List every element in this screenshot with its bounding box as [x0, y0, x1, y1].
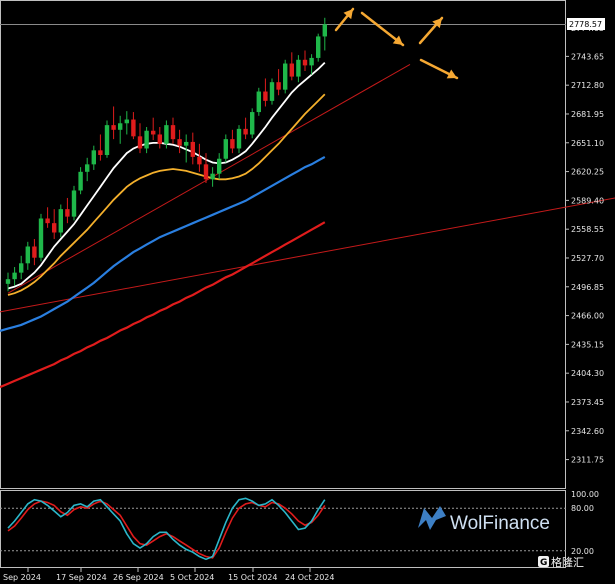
date-tick-label: 24 Oct 2024: [285, 573, 334, 582]
candle: [230, 129, 235, 154]
watermark-badge: G 格隆汇: [538, 555, 584, 569]
candle: [131, 112, 136, 140]
candle: [210, 167, 215, 187]
candle: [322, 17, 327, 51]
candle: [157, 127, 162, 149]
date-tick-label: 5 Oct 2024: [170, 573, 214, 582]
candle: [170, 117, 176, 144]
candle: [302, 50, 308, 71]
arrow-up-2: [418, 16, 444, 45]
arrow-down-2: [419, 58, 459, 80]
osc-tick-label: 20.00: [571, 547, 594, 556]
moving-average-lines: [0, 61, 326, 389]
watermark-text: 格隆汇: [551, 555, 584, 569]
candle: [85, 157, 90, 182]
osc-tick-label: 80.00: [571, 504, 594, 513]
current-price-tag: 2778.57: [567, 18, 605, 30]
candle: [124, 111, 129, 135]
candle: [197, 143, 202, 172]
candle: [243, 117, 248, 140]
price-axis: 2743.65 2712.80 2681.95 2651.10 2620.25 2589.…: [566, 24, 604, 465]
osc-tick-label: 100.00: [571, 490, 599, 499]
stoch-signal-line: [7, 500, 326, 559]
wolf-icon: [418, 506, 446, 530]
candle: [217, 153, 222, 180]
wolfinance-logo: WolFinance: [418, 506, 550, 534]
date-tick-label: 17 Sep 2024: [56, 573, 107, 582]
trendline-long: [0, 197, 615, 313]
candle: [177, 129, 182, 154]
trendline-short: [7, 64, 411, 294]
price-tick-label: 2743.65: [571, 52, 604, 61]
candle: [104, 120, 110, 158]
date-tick-label: 26 Sep 2024: [113, 573, 164, 582]
candle: [269, 78, 275, 105]
chart-canvas: 2743.65 2712.80 2681.95 2651.10 2620.25 2589.…: [0, 0, 615, 582]
candle: [65, 197, 70, 224]
date-tick-label: Sep 2024: [3, 573, 41, 582]
candle: [91, 145, 96, 170]
ma-red-line: [0, 221, 326, 389]
price-tick-label: 2404.30: [571, 369, 604, 378]
price-tick-label: 2712.80: [571, 81, 604, 90]
oscillator-axis: 100.00 80.00 20.00: [571, 490, 599, 556]
candle: [137, 123, 143, 154]
candle: [316, 33, 321, 62]
candle: [12, 267, 17, 286]
trendlines: [0, 64, 615, 313]
candle: [151, 117, 156, 141]
price-tick-label: 2435.15: [571, 340, 604, 349]
candle: [289, 52, 294, 81]
candle: [236, 125, 242, 154]
candle: [250, 108, 255, 139]
candle: [78, 167, 83, 195]
date-axis: Sep 2024 17 Sep 2024 26 Sep 2024 5 Oct 2024…: [3, 568, 334, 582]
candle: [45, 207, 50, 228]
candle: [38, 213, 44, 262]
date-tick-label: 15 Oct 2024: [228, 573, 277, 582]
candle: [32, 239, 37, 266]
candle: [223, 134, 228, 163]
price-tick-label: 2558.55: [571, 225, 604, 234]
arrow-down-1: [360, 11, 405, 47]
candle: [296, 55, 301, 83]
candle: [71, 185, 77, 221]
price-tick-label: 2589.40: [571, 196, 604, 205]
arrow-up-1: [334, 7, 355, 32]
candle: [309, 54, 314, 75]
price-tick-label: 2466.00: [571, 312, 604, 321]
candle: [25, 241, 30, 270]
candle: [276, 69, 281, 96]
candle: [118, 115, 123, 144]
candle: [190, 132, 195, 165]
price-tick-label: 2311.75: [571, 456, 604, 465]
current-price-label: 2778.57: [569, 20, 602, 29]
svg-text:G: G: [540, 558, 547, 568]
price-tick-label: 2620.25: [571, 168, 604, 177]
candle: [19, 255, 24, 280]
candles: [5, 17, 327, 292]
ma-white-line: [7, 61, 326, 290]
price-tick-label: 2651.10: [571, 139, 604, 148]
candle: [111, 106, 116, 140]
candle: [58, 204, 63, 238]
candle: [203, 153, 209, 184]
candle: [283, 59, 288, 94]
forecast-arrows: [334, 7, 459, 80]
price-tick-label: 2527.70: [571, 254, 604, 263]
ma-blue-line: [0, 155, 326, 332]
candle: [52, 209, 57, 240]
price-tick-label: 2681.95: [571, 110, 604, 119]
candle: [98, 134, 103, 161]
price-tick-label: 2496.85: [571, 283, 604, 292]
candle: [263, 78, 268, 107]
price-tick-label: 2342.60: [571, 427, 604, 436]
candle: [256, 87, 261, 116]
price-tick-label: 2373.45: [571, 398, 604, 407]
wolfinance-brand: WolFinance: [450, 513, 550, 534]
candle: [144, 127, 149, 154]
